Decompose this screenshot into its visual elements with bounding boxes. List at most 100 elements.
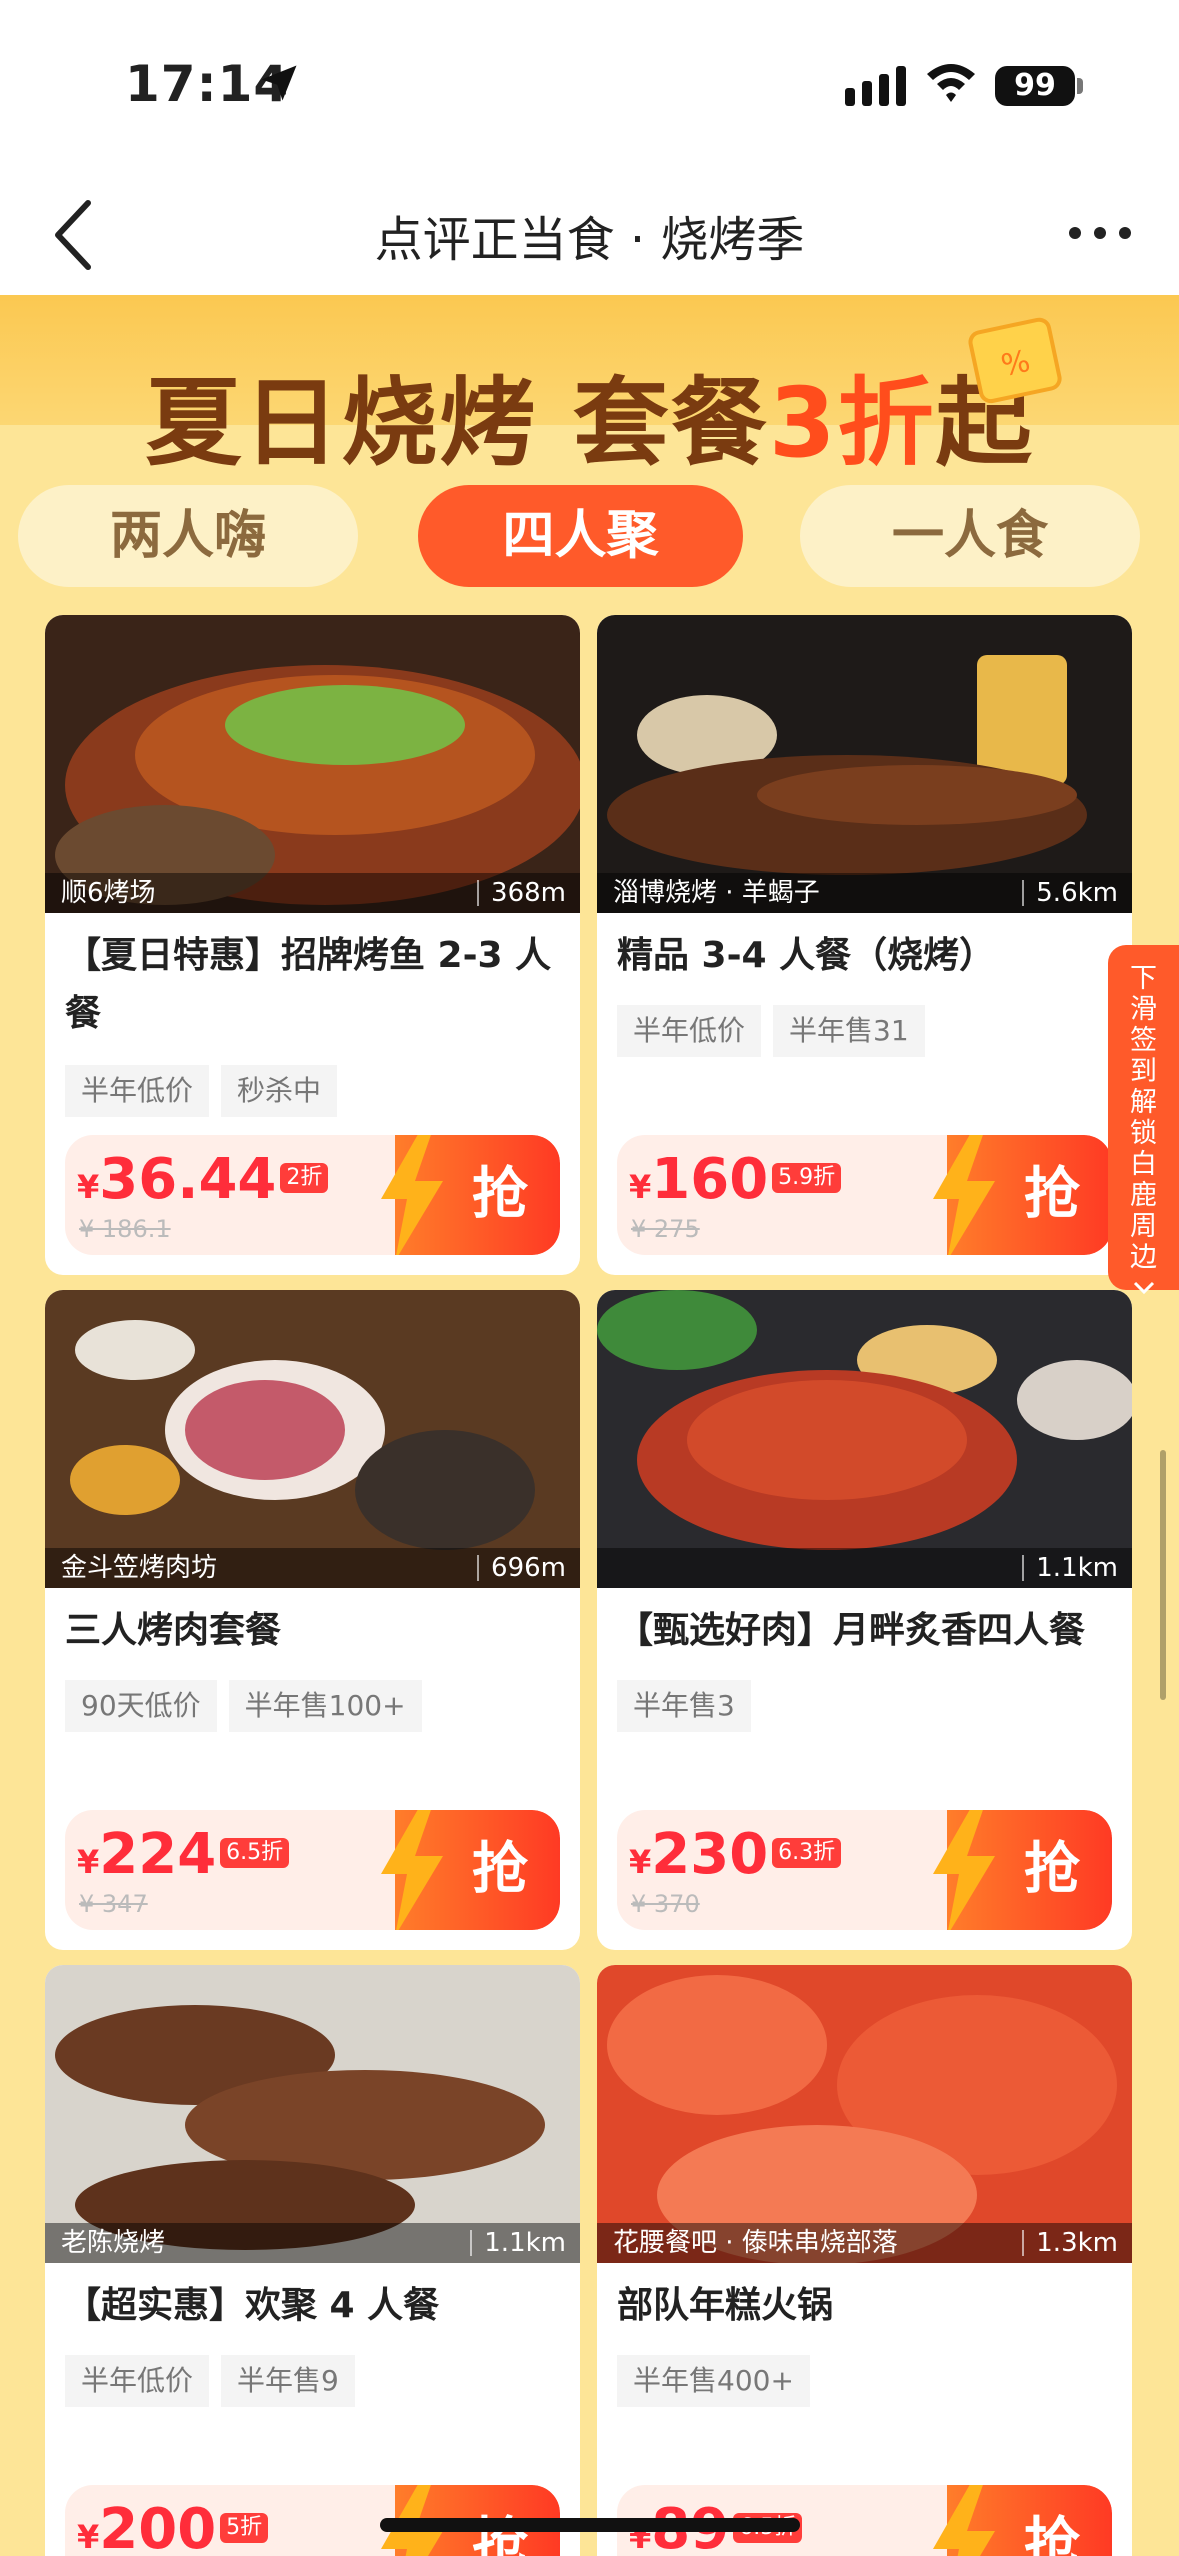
page-title: 点评正当食 · 烧烤季: [374, 212, 805, 268]
grab-label: 抢: [1024, 1837, 1080, 1902]
grilled-fish-photo: [45, 615, 580, 913]
grab-label: 抢: [472, 1162, 528, 1227]
price: ¥160 5.9折: [629, 1145, 842, 1222]
tag-list: 半年低价 半年售31: [617, 1005, 937, 1057]
image-caption: 老陈烧烤 1.1km: [45, 2223, 580, 2263]
lightning-bolt-icon: [933, 2485, 995, 2556]
tab-two-people[interactable]: 两人嗨: [18, 485, 358, 587]
image-caption: 金斗笠烤肉坊 696m: [45, 1548, 580, 1588]
discount-badge: 5.9折: [772, 1162, 842, 1193]
grab-label: 抢: [1024, 2512, 1080, 2556]
original-price: ¥ 275: [631, 1215, 700, 1243]
deal-title: 【超实惠】欢聚 4 人餐: [65, 2285, 440, 2326]
battery-indicator: 99: [995, 66, 1075, 106]
grab-button[interactable]: 抢: [933, 1810, 1112, 1930]
tag: 秒杀中: [221, 1065, 338, 1117]
rice-cake-hotpot-photo: [597, 1965, 1132, 2263]
scrollbar[interactable]: [1160, 1450, 1166, 1700]
shop-name: 老陈烧烤: [61, 2228, 166, 2258]
original-price: ¥ 370: [631, 1890, 700, 1918]
tag: 半年售100+: [228, 1680, 422, 1732]
price: ¥230 6.3折: [629, 1820, 842, 1897]
deal-card[interactable]: 顺6烤场 368m 【夏日特惠】招牌烤鱼 2-3 人餐 半年低价 秒杀中 ¥36.…: [45, 615, 580, 1275]
chevron-down-icon: [1133, 1281, 1154, 1295]
headline-main: 夏日烧烤 套餐: [145, 367, 769, 479]
tag-list: 半年售400+: [617, 2355, 822, 2407]
bbq-meat-platter-photo: [45, 1290, 580, 1588]
distance: 368m: [477, 880, 566, 906]
grab-button[interactable]: 抢: [381, 1135, 560, 1255]
tag-list: 90天低价 半年售100+: [65, 1680, 434, 1732]
price-value: 224: [99, 1822, 217, 1887]
deal-title: 部队年糕火锅: [617, 2285, 834, 2326]
grab-button[interactable]: 抢: [933, 1135, 1112, 1255]
grab-button[interactable]: 抢: [933, 2485, 1112, 2556]
original-price: ¥ 347: [79, 1890, 148, 1918]
tag: 90天低价: [65, 1680, 217, 1732]
tab-single-person[interactable]: 一人食: [800, 485, 1140, 587]
currency-symbol: ¥: [77, 1843, 100, 1881]
discount-badge: 5折: [220, 2512, 269, 2543]
home-indicator[interactable]: [380, 2518, 800, 2532]
grab-label: 抢: [1024, 1162, 1080, 1227]
discount-badge: 6.3折: [772, 1837, 842, 1868]
checkin-side-banner[interactable]: 下滑签到解锁白鹿周边: [1108, 945, 1179, 1295]
currency-symbol: ¥: [629, 1843, 652, 1881]
shop-name: 顺6烤场: [61, 878, 156, 908]
distance: 696m: [477, 1555, 566, 1581]
nav-bar: 点评正当食 · 烧烤季: [0, 170, 1179, 295]
image-caption: 花腰餐吧 · 傣味串烧部落 1.3km: [597, 2223, 1132, 2263]
deal-title: 三人烤肉套餐: [65, 1610, 282, 1651]
headline-accent: 3折: [768, 367, 936, 479]
lightning-bolt-icon: [381, 1135, 443, 1255]
tag-list: 半年低价 半年售9: [65, 2355, 367, 2407]
deal-card[interactable]: 金斗笠烤肉坊 696m 三人烤肉套餐 90天低价 半年售100+ ¥224 6.5折…: [45, 1290, 580, 1950]
price-box: ¥160 5.9折 ¥ 275 抢: [617, 1135, 1112, 1255]
deal-card[interactable]: 1.1km 【甄选好肉】月畔炙香四人餐 半年售3 ¥230 6.3折 ¥ 370 …: [597, 1290, 1132, 1950]
price: ¥200 5折: [77, 2495, 269, 2556]
tag: 半年低价: [617, 1005, 762, 1057]
currency-symbol: ¥: [77, 2518, 100, 2556]
shop-name: 淄博烧烤 · 羊蝎子: [613, 878, 820, 908]
currency-symbol: ¥: [77, 1168, 100, 1206]
tag-list: 半年售3: [617, 1680, 763, 1732]
price: ¥224 6.5折: [77, 1820, 290, 1897]
status-bar: 17:14 99: [0, 0, 1179, 170]
tag: 半年售31: [773, 1005, 925, 1057]
image-caption: 淄博烧烤 · 羊蝎子 5.6km: [597, 873, 1132, 913]
price-value: 230: [651, 1822, 769, 1887]
tag: 半年售9: [221, 2355, 355, 2407]
price-value: 160: [651, 1147, 769, 1212]
grab-button[interactable]: 抢: [381, 1810, 560, 1930]
distance: 1.1km: [1022, 1555, 1118, 1581]
distance: 1.1km: [470, 2230, 566, 2256]
price-box: ¥230 6.3折 ¥ 370 抢: [617, 1810, 1112, 1930]
tab-four-people[interactable]: 四人聚: [418, 485, 743, 587]
currency-symbol: ¥: [629, 1168, 652, 1206]
lightning-bolt-icon: [933, 1135, 995, 1255]
lightning-bolt-icon: [381, 1810, 443, 1930]
price: ¥36.44 2折: [77, 1145, 329, 1222]
tag: 半年低价: [65, 2355, 210, 2407]
tab-bar: 两人嗨 四人聚 一人食: [0, 485, 1179, 595]
side-banner-text: 下滑签到解锁白鹿周边: [1130, 963, 1157, 1273]
location-arrow-icon: [261, 65, 297, 101]
deal-card[interactable]: 淄博烧烤 · 羊蝎子 5.6km 精品 3-4 人餐（烧烤） 半年低价 半年售31…: [597, 615, 1132, 1275]
marinated-meat-photo: [597, 1290, 1132, 1588]
image-caption: 1.1km: [597, 1548, 1132, 1588]
more-options-icon[interactable]: [1065, 218, 1135, 248]
discount-badge: 2折: [280, 1162, 329, 1193]
distance: 5.6km: [1022, 880, 1118, 906]
wifi-icon: [927, 64, 975, 102]
meat-skewers-photo: [45, 1965, 580, 2263]
shop-name: 花腰餐吧 · 傣味串烧部落: [613, 2228, 898, 2258]
deal-card[interactable]: 花腰餐吧 · 傣味串烧部落 1.3km 部队年糕火锅 半年售400+ ¥896.…: [597, 1965, 1132, 2556]
original-price: ¥ 186.1: [79, 1215, 171, 1243]
coupon-ticket-icon: %: [968, 317, 1062, 404]
price-value: 200: [99, 2497, 217, 2556]
tag: 半年低价: [65, 1065, 210, 1117]
price-box: ¥36.44 2折 ¥ 186.1 抢: [65, 1135, 560, 1255]
tag: 半年售400+: [617, 2355, 810, 2407]
deal-card[interactable]: 老陈烧烤 1.1km 【超实惠】欢聚 4 人餐 半年低价 半年售9 ¥200 5折 …: [45, 1965, 580, 2556]
discount-badge: 6.5折: [220, 1837, 290, 1868]
